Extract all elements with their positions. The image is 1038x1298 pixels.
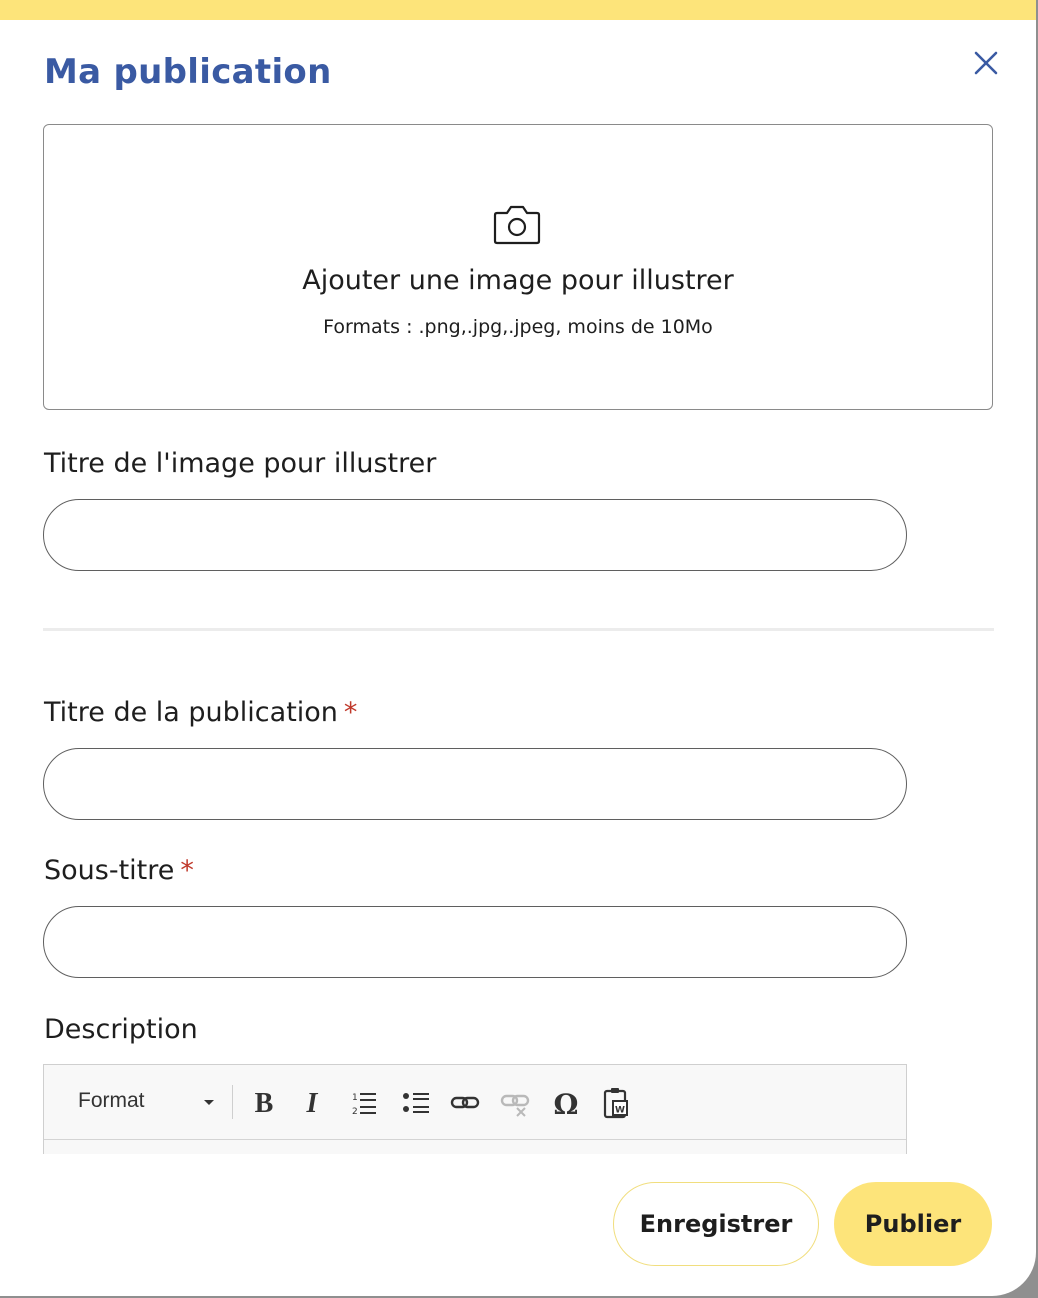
image-title-label: Titre de l'image pour illustrer xyxy=(44,448,437,479)
section-divider xyxy=(43,628,994,631)
upload-formats-text: Formats : .png,.jpg,.jpeg, moins de 10Mo xyxy=(323,316,713,338)
required-asterisk: * xyxy=(180,855,194,886)
bold-icon: B xyxy=(255,1088,274,1119)
toolbar-separator xyxy=(232,1085,233,1119)
paste-from-word-button[interactable]: W xyxy=(599,1085,635,1121)
format-dropdown-label: Format xyxy=(78,1089,145,1112)
numbered-list-button[interactable]: 1 2 xyxy=(346,1085,382,1121)
italic-icon: I xyxy=(306,1088,319,1119)
publish-button[interactable]: Publier xyxy=(834,1182,992,1266)
modal-top-accent-bar xyxy=(0,0,1036,20)
publication-title-label: Titre de la publication * xyxy=(44,697,357,728)
close-icon xyxy=(974,51,998,75)
publication-title-label-text: Titre de la publication xyxy=(44,697,338,728)
bulleted-list-icon xyxy=(403,1093,429,1113)
editor-toolbar: Format B I 1 2 Ω W xyxy=(44,1065,906,1140)
link-icon xyxy=(450,1096,480,1109)
subtitle-label: Sous-titre * xyxy=(44,855,194,886)
publication-modal: Ma publication Ajouter une image pour il… xyxy=(0,0,1036,1296)
svg-text:W: W xyxy=(615,1106,625,1116)
svg-text:I: I xyxy=(306,1088,319,1119)
numbered-list-icon: 1 2 xyxy=(352,1093,376,1117)
format-dropdown[interactable]: Format xyxy=(78,1087,220,1117)
modal-title: Ma publication xyxy=(44,52,332,92)
bulleted-list-button[interactable] xyxy=(398,1085,434,1121)
svg-text:1: 1 xyxy=(352,1093,358,1103)
subtitle-label-text: Sous-titre xyxy=(44,855,175,886)
link-button[interactable] xyxy=(447,1085,483,1121)
subtitle-input[interactable] xyxy=(43,906,907,978)
svg-text:2: 2 xyxy=(352,1107,358,1117)
description-rich-text-editor: Format B I 1 2 Ω W xyxy=(43,1064,907,1154)
unlink-button[interactable] xyxy=(497,1085,533,1121)
image-title-input[interactable] xyxy=(43,499,907,571)
save-button[interactable]: Enregistrer xyxy=(613,1182,819,1266)
caret-down-icon xyxy=(204,1100,214,1105)
special-character-icon: Ω xyxy=(554,1088,579,1121)
svg-text:B: B xyxy=(255,1088,274,1119)
upload-main-text: Ajouter une image pour illustrer xyxy=(302,265,734,296)
publication-title-input[interactable] xyxy=(43,748,907,820)
bold-button[interactable]: B xyxy=(246,1085,282,1121)
camera-icon xyxy=(493,205,541,245)
italic-button[interactable]: I xyxy=(294,1085,330,1121)
page-backdrop: Ma publication Ajouter une image pour il… xyxy=(0,0,1038,1298)
description-label: Description xyxy=(44,1014,198,1045)
close-button[interactable] xyxy=(968,46,1004,82)
unlink-icon xyxy=(500,1094,530,1117)
required-asterisk: * xyxy=(343,697,358,728)
paste-from-word-icon: W xyxy=(603,1088,628,1119)
svg-text:Ω: Ω xyxy=(554,1088,579,1121)
special-character-button[interactable]: Ω xyxy=(548,1085,584,1121)
